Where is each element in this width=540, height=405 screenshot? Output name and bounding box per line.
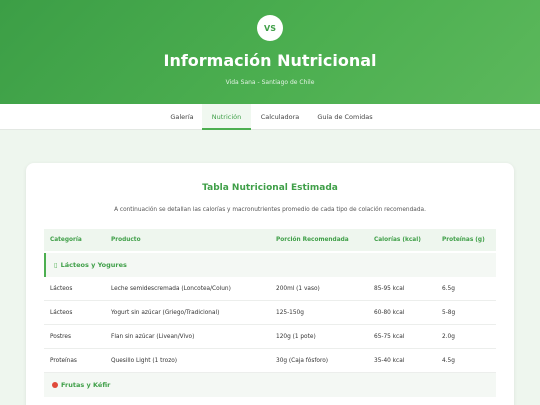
column-header-proteinas: Proteínas (g) (442, 237, 485, 243)
cell-producto: Leche semidescremada (Loncotea/Colun) (111, 286, 231, 292)
section-description: A continuación se detallan las calorías … (114, 207, 426, 213)
milk-icon: ▯ (54, 261, 58, 269)
cell-proteinas: 2.0g (442, 334, 455, 340)
cell-porcion: 125-150g (276, 310, 304, 316)
column-header-calorias: Calorías (kcal) (374, 237, 421, 243)
nutrition-card: Tabla Nutricional Estimada A continuació… (26, 163, 514, 405)
cell-calorias: 65-75 kcal (374, 334, 405, 340)
table-row: Lácteos Leche semidescremada (Loncotea/C… (44, 277, 496, 301)
category-label: Frutas y Kéfir (61, 381, 111, 389)
nav-item-calculadora[interactable]: Calculadora (251, 104, 309, 130)
main-nav: Galería Nutrición Calculadora Guía de Co… (0, 104, 540, 130)
nav-item-galeria[interactable]: Galería (162, 104, 202, 130)
cell-calorias: 60-80 kcal (374, 310, 405, 316)
table-header: Categoría Producto Porción Recomendada C… (44, 229, 496, 251)
cell-producto: Yogurt sin azúcar (Griego/Tradicional) (111, 310, 220, 316)
category-row-lacteos: ▯ Lácteos y Yogures (44, 253, 496, 277)
table-row: Postres Flan sin azúcar (Livean/Vivo) 12… (44, 325, 496, 349)
cell-categoria: Lácteos (50, 286, 73, 292)
cell-proteinas: 5-8g (442, 310, 456, 316)
logo: VS (257, 15, 283, 41)
cell-calorias: 35-40 kcal (374, 358, 405, 364)
cell-categoria: Lácteos (50, 310, 73, 316)
table-row: Lácteos Yogurt sin azúcar (Griego/Tradic… (44, 301, 496, 325)
hero-header: VS Información Nutricional Vida Sana - S… (0, 0, 540, 104)
cell-producto: Flan sin azúcar (Livean/Vivo) (111, 334, 195, 340)
column-header-porcion: Porción Recomendada (276, 237, 349, 243)
cell-calorias: 85-95 kcal (374, 286, 405, 292)
cell-proteinas: 6.5g (442, 286, 455, 292)
cell-porcion: 30g (Caja fósforo) (276, 358, 329, 364)
section-title: Tabla Nutricional Estimada (202, 183, 338, 193)
cell-categoria: Proteínas (50, 358, 77, 364)
cell-porcion: 120g (1 pote) (276, 334, 316, 340)
apple-icon (52, 382, 58, 388)
page-subtitle: Vida Sana - Santiago de Chile (225, 79, 315, 86)
nav-item-guia-comidas[interactable]: Guía de Comidas (309, 104, 381, 130)
table-row: Proteínas Quesillo Light (1 trozo) 30g (… (44, 349, 496, 373)
nav-item-nutricion[interactable]: Nutrición (202, 104, 251, 130)
category-row-frutas: Frutas y Kéfir (44, 373, 496, 397)
category-label: Lácteos y Yogures (60, 261, 127, 269)
page-title: Información Nutricional (163, 51, 377, 70)
column-header-categoria: Categoría (50, 237, 82, 243)
cell-porcion: 200ml (1 vaso) (276, 286, 320, 292)
cell-proteinas: 4.5g (442, 358, 455, 364)
column-header-producto: Producto (111, 237, 141, 243)
cell-producto: Quesillo Light (1 trozo) (111, 358, 178, 364)
cell-categoria: Postres (50, 334, 71, 340)
